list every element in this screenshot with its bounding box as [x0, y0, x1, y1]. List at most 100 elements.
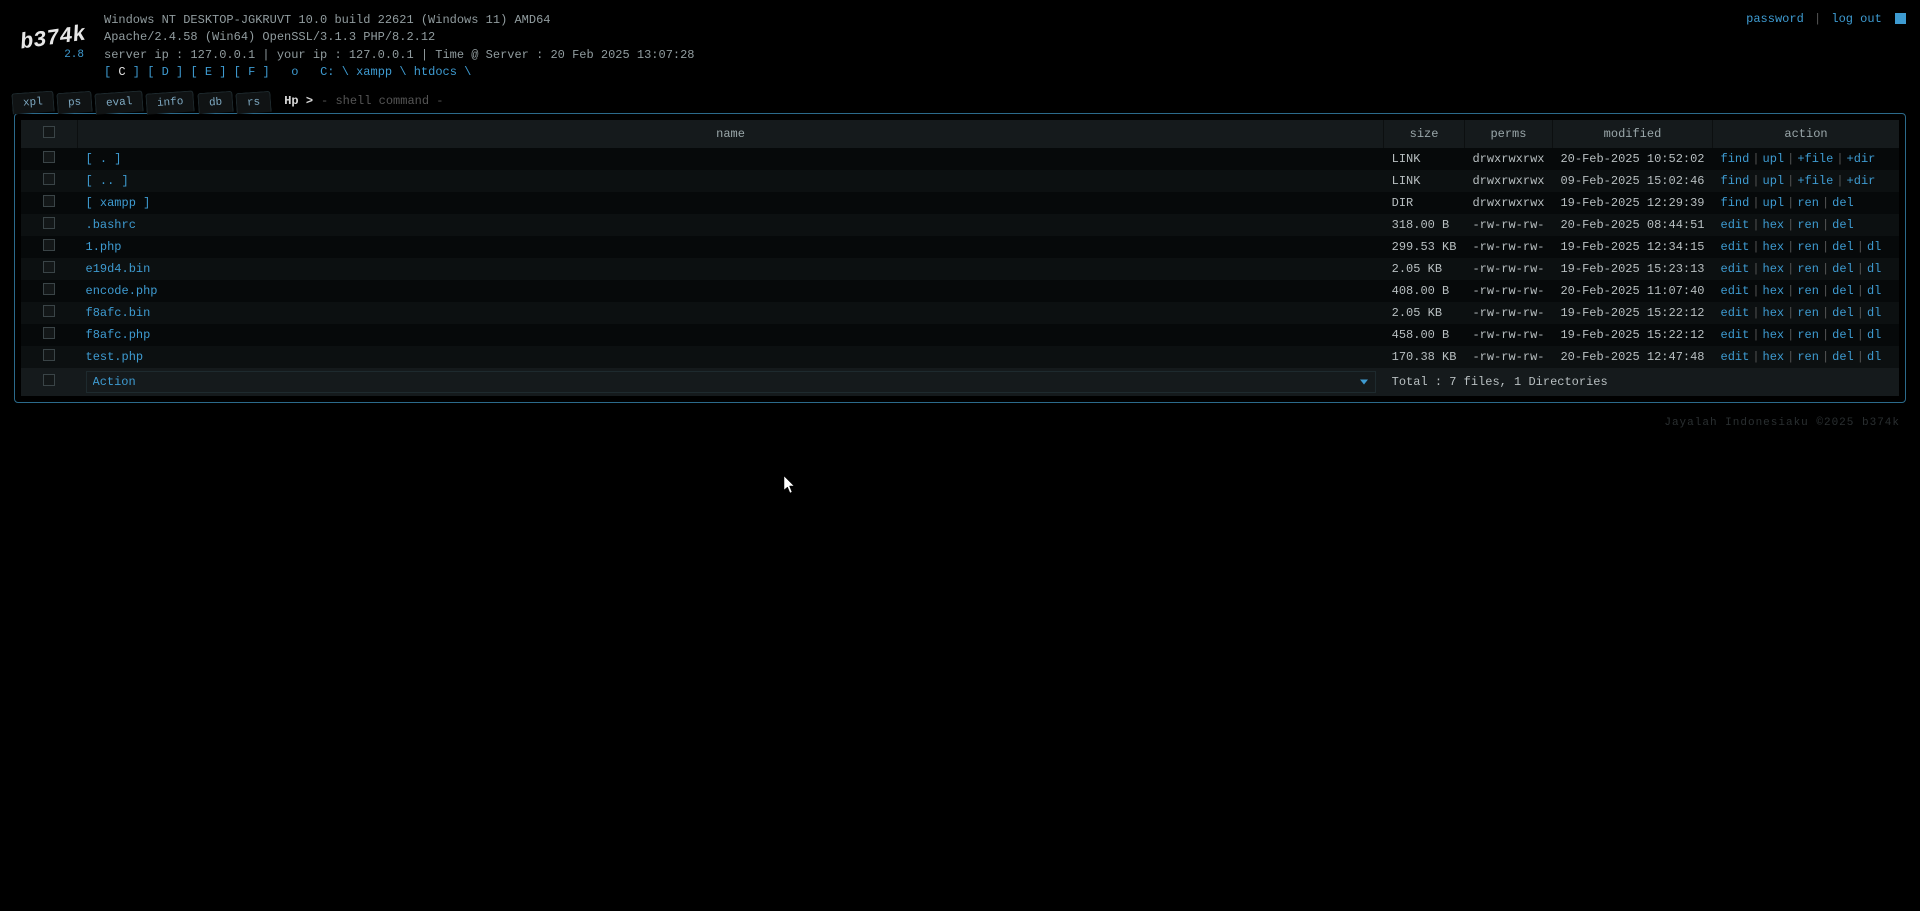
path-seg[interactable]: htdocs: [414, 65, 457, 79]
col-check[interactable]: [21, 120, 78, 148]
logo: b374k 2.8: [16, 12, 86, 61]
row-name[interactable]: [ . ]: [78, 148, 1384, 170]
drive-C[interactable]: C: [118, 65, 125, 79]
action-hex[interactable]: hex: [1763, 284, 1785, 298]
action-ren[interactable]: ren: [1797, 328, 1819, 342]
action-find[interactable]: find: [1721, 152, 1750, 166]
action-hex[interactable]: hex: [1763, 306, 1785, 320]
row-name[interactable]: f8afc.bin: [78, 302, 1384, 324]
col-size[interactable]: size: [1384, 120, 1465, 148]
row-check[interactable]: [21, 280, 78, 302]
action-del[interactable]: del: [1832, 328, 1854, 342]
action-del[interactable]: del: [1832, 240, 1854, 254]
action-ren[interactable]: ren: [1797, 196, 1819, 210]
row-name[interactable]: [ .. ]: [78, 170, 1384, 192]
tab-db[interactable]: db: [197, 90, 234, 113]
row-check[interactable]: [21, 214, 78, 236]
tab-eval[interactable]: eval: [94, 90, 144, 114]
row-check[interactable]: [21, 346, 78, 368]
action-hex[interactable]: hex: [1763, 350, 1785, 364]
col-name[interactable]: name: [78, 120, 1384, 148]
row-name[interactable]: f8afc.php: [78, 324, 1384, 346]
drive-E[interactable]: E: [205, 65, 212, 79]
tab-info[interactable]: info: [146, 90, 196, 114]
row-check[interactable]: [21, 192, 78, 214]
action-del[interactable]: del: [1832, 350, 1854, 364]
action-del[interactable]: del: [1832, 196, 1854, 210]
action-find[interactable]: find: [1721, 174, 1750, 188]
action-ren[interactable]: ren: [1797, 218, 1819, 232]
shell-input[interactable]: [319, 93, 1243, 109]
action-ren[interactable]: ren: [1797, 350, 1819, 364]
action-hex[interactable]: hex: [1763, 328, 1785, 342]
tab-rs[interactable]: rs: [235, 90, 272, 113]
action-plus-dir[interactable]: +dir: [1847, 174, 1876, 188]
table-row: e19d4.bin 2.05 KB -rw-rw-rw- 19-Feb-2025…: [21, 258, 1899, 280]
action-ren[interactable]: ren: [1797, 240, 1819, 254]
row-actions: edit|hex|ren|del|dl: [1713, 258, 1900, 280]
action-edit[interactable]: edit: [1721, 328, 1750, 342]
action-edit[interactable]: edit: [1721, 240, 1750, 254]
action-plus-file[interactable]: +file: [1797, 152, 1833, 166]
action-ren[interactable]: ren: [1797, 284, 1819, 298]
action-upl[interactable]: upl: [1763, 174, 1785, 188]
action-dl[interactable]: dl: [1867, 240, 1881, 254]
action-del[interactable]: del: [1832, 284, 1854, 298]
action-hex[interactable]: hex: [1763, 240, 1785, 254]
action-ren[interactable]: ren: [1797, 306, 1819, 320]
row-name[interactable]: test.php: [78, 346, 1384, 368]
cursor-icon: [784, 476, 796, 494]
action-dl[interactable]: dl: [1867, 306, 1881, 320]
password-link[interactable]: password: [1746, 12, 1804, 26]
action-edit[interactable]: edit: [1721, 284, 1750, 298]
row-size: LINK: [1384, 170, 1465, 192]
action-dl[interactable]: dl: [1867, 328, 1881, 342]
row-check[interactable]: [21, 324, 78, 346]
row-mod: 20-Feb-2025 08:44:51: [1552, 214, 1712, 236]
row-perms: -rw-rw-rw-: [1464, 258, 1552, 280]
col-perms[interactable]: perms: [1464, 120, 1552, 148]
tab-ps[interactable]: ps: [56, 90, 93, 113]
row-mod: 20-Feb-2025 11:07:40: [1552, 280, 1712, 302]
row-name[interactable]: encode.php: [78, 280, 1384, 302]
action-edit[interactable]: edit: [1721, 350, 1750, 364]
action-hex[interactable]: hex: [1763, 262, 1785, 276]
action-hex[interactable]: hex: [1763, 218, 1785, 232]
action-upl[interactable]: upl: [1763, 152, 1785, 166]
row-name[interactable]: e19d4.bin: [78, 258, 1384, 280]
row-check[interactable]: [21, 170, 78, 192]
action-dl[interactable]: dl: [1867, 350, 1881, 364]
action-edit[interactable]: edit: [1721, 262, 1750, 276]
row-name[interactable]: .bashrc: [78, 214, 1384, 236]
action-plus-file[interactable]: +file: [1797, 174, 1833, 188]
system-info: Windows NT DESKTOP-JGKRUVT 10.0 build 22…: [86, 12, 1904, 82]
row-check[interactable]: [21, 258, 78, 280]
action-plus-dir[interactable]: +dir: [1847, 152, 1876, 166]
action-del[interactable]: del: [1832, 306, 1854, 320]
path-seg[interactable]: xampp: [356, 65, 392, 79]
logout-link[interactable]: log out: [1831, 12, 1881, 26]
drive-extra[interactable]: o: [291, 65, 298, 79]
row-check[interactable]: [21, 302, 78, 324]
row-check[interactable]: [21, 148, 78, 170]
footer-check[interactable]: [21, 368, 78, 396]
action-del[interactable]: del: [1832, 262, 1854, 276]
tab-xpl[interactable]: xpl: [11, 90, 54, 114]
action-upl[interactable]: upl: [1763, 196, 1785, 210]
path-seg[interactable]: C:: [320, 65, 334, 79]
row-name[interactable]: 1.php: [78, 236, 1384, 258]
logout-icon[interactable]: [1895, 13, 1906, 24]
drive-D[interactable]: D: [162, 65, 169, 79]
row-name[interactable]: [ xampp ]: [78, 192, 1384, 214]
action-edit[interactable]: edit: [1721, 218, 1750, 232]
col-modified[interactable]: modified: [1552, 120, 1712, 148]
table-row: 1.php 299.53 KB -rw-rw-rw- 19-Feb-2025 1…: [21, 236, 1899, 258]
action-del[interactable]: del: [1832, 218, 1854, 232]
action-edit[interactable]: edit: [1721, 306, 1750, 320]
action-dl[interactable]: dl: [1867, 284, 1881, 298]
bulk-action-select[interactable]: Action: [86, 371, 1376, 393]
row-check[interactable]: [21, 236, 78, 258]
action-dl[interactable]: dl: [1867, 262, 1881, 276]
action-find[interactable]: find: [1721, 196, 1750, 210]
action-ren[interactable]: ren: [1797, 262, 1819, 276]
